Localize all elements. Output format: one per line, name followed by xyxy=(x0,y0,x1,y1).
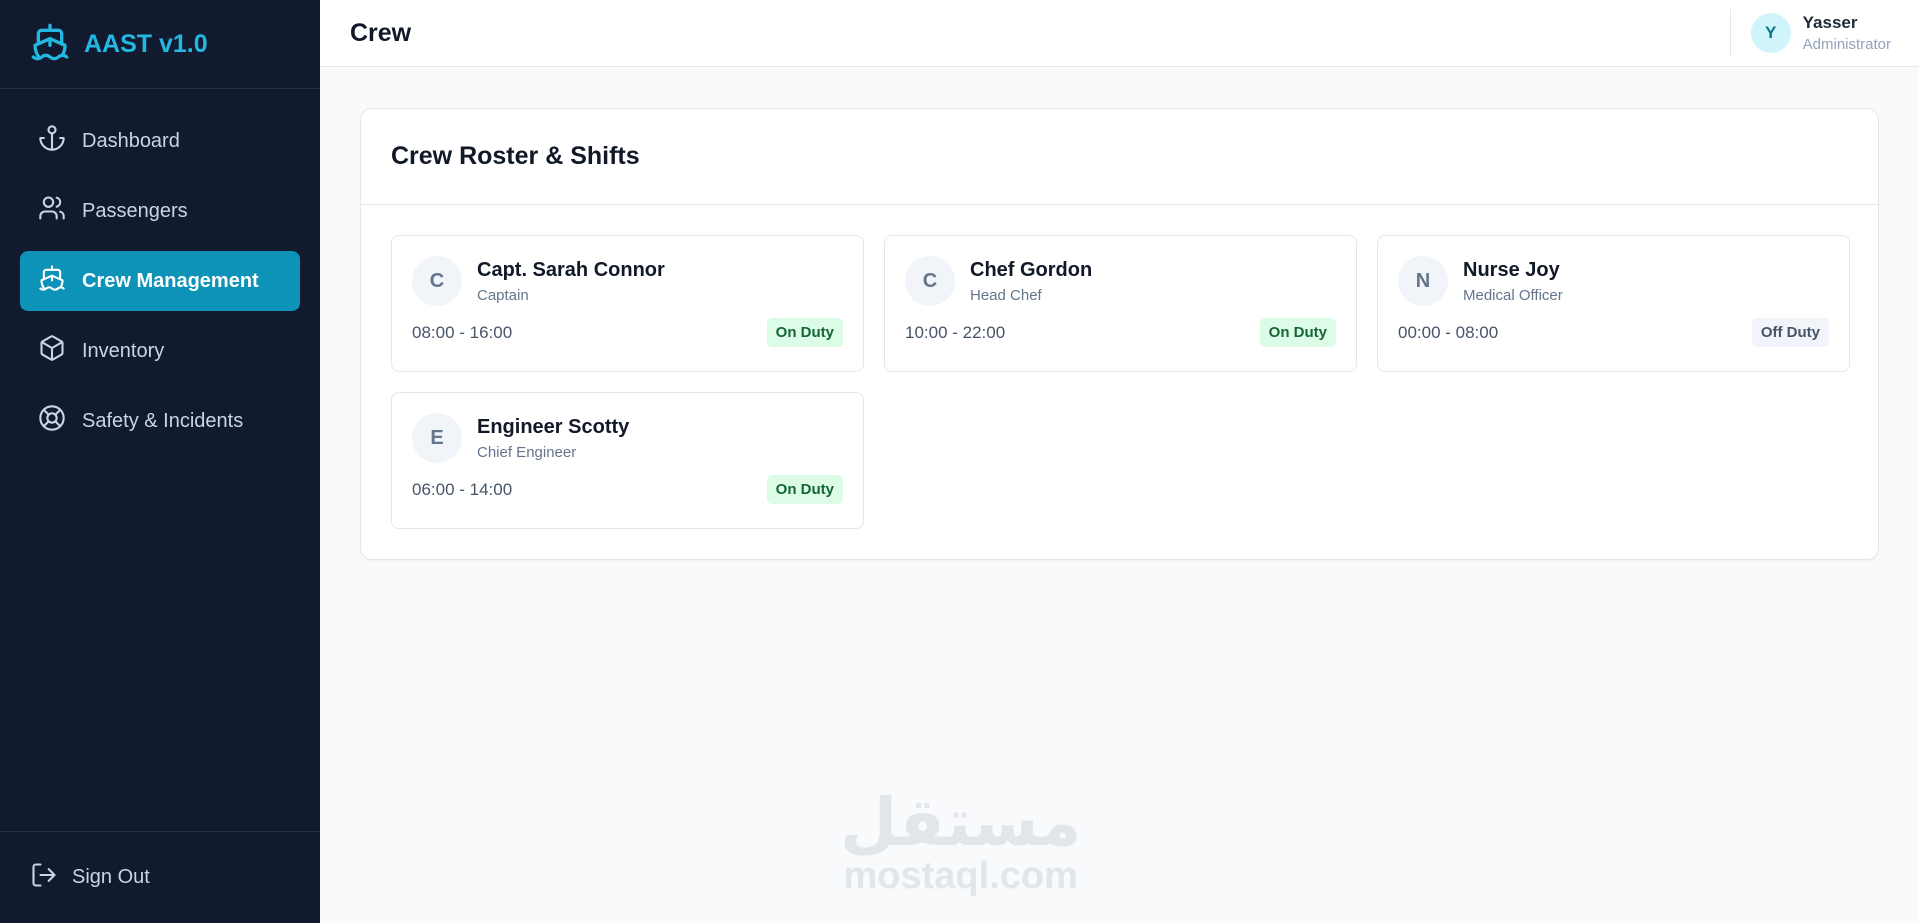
brand[interactable]: AAST v1.0 xyxy=(0,0,320,89)
crew-card[interactable]: C Chef Gordon Head Chef 10:00 - 22:00 On… xyxy=(884,235,1357,372)
brand-title: AAST v1.0 xyxy=(84,29,208,58)
sidebar-item-label: Passengers xyxy=(82,199,188,222)
crew-shift: 00:00 - 08:00 xyxy=(1398,322,1499,342)
crew-role: Medical Officer xyxy=(1463,286,1563,304)
top-bar: Crew Y Yasser Administrator xyxy=(320,0,1919,67)
crew-header: E Engineer Scotty Chief Engineer xyxy=(412,413,843,463)
main-area: Crew Y Yasser Administrator Crew Roster … xyxy=(320,0,1919,923)
crew-card[interactable]: E Engineer Scotty Chief Engineer 06:00 -… xyxy=(391,392,864,529)
crew-header: C Capt. Sarah Connor Captain xyxy=(412,256,843,306)
avatar: Y xyxy=(1750,13,1791,53)
sidebar-item-dashboard[interactable]: Dashboard xyxy=(20,111,300,171)
content: Crew Roster & Shifts C Capt. Sarah Conno… xyxy=(320,67,1919,560)
status-badge: Off Duty xyxy=(1751,318,1829,347)
app-root: AAST v1.0 Dashboard Passengers Crew Mana… xyxy=(0,0,1919,923)
crew-card[interactable]: N Nurse Joy Medical Officer 00:00 - 08:0… xyxy=(1377,235,1850,372)
sidebar-item-crew-management[interactable]: Crew Management xyxy=(20,251,300,311)
crew-identity: Engineer Scotty Chief Engineer xyxy=(477,416,629,461)
sign-out-button[interactable]: Sign Out xyxy=(0,831,320,923)
crew-name: Nurse Joy xyxy=(1463,258,1560,281)
user-info: Yasser Administrator xyxy=(1803,13,1891,53)
sign-out-label: Sign Out xyxy=(72,866,150,888)
crew-avatar: C xyxy=(905,256,955,306)
crew-shift: 06:00 - 14:00 xyxy=(412,479,513,499)
users-icon xyxy=(38,194,82,228)
crew-shift: 10:00 - 22:00 xyxy=(905,322,1006,342)
life-buoy-icon xyxy=(38,404,82,438)
page-title: Crew xyxy=(350,18,412,47)
crew-identity: Nurse Joy Medical Officer xyxy=(1463,259,1563,304)
sidebar-item-label: Dashboard xyxy=(82,129,180,152)
ship-icon xyxy=(30,22,70,67)
crew-identity: Chef Gordon Head Chef xyxy=(970,259,1092,304)
crew-header: C Chef Gordon Head Chef xyxy=(905,256,1336,306)
crew-role: Head Chef xyxy=(970,286,1042,304)
user-role: Administrator xyxy=(1802,36,1891,53)
crew-identity: Capt. Sarah Connor Captain xyxy=(477,259,665,304)
crew-avatar: N xyxy=(1398,256,1448,306)
sidebar: AAST v1.0 Dashboard Passengers Crew Mana… xyxy=(0,0,320,923)
crew-header: N Nurse Joy Medical Officer xyxy=(1398,256,1829,306)
sidebar-item-label: Crew Management xyxy=(82,269,259,292)
sidebar-item-passengers[interactable]: Passengers xyxy=(20,181,300,241)
ship-icon xyxy=(38,264,82,298)
sidebar-item-inventory[interactable]: Inventory xyxy=(20,321,300,381)
crew-footer: 10:00 - 22:00 On Duty xyxy=(905,318,1336,347)
crew-avatar: E xyxy=(412,413,462,463)
sidebar-nav: Dashboard Passengers Crew Management Inv… xyxy=(0,89,320,831)
crew-roster-card: Crew Roster & Shifts C Capt. Sarah Conno… xyxy=(360,108,1879,560)
watermark: مستقل mostaql.com xyxy=(840,784,1082,897)
box-icon xyxy=(38,334,82,368)
user-menu[interactable]: Y Yasser Administrator xyxy=(1729,9,1891,57)
crew-role: Chief Engineer xyxy=(477,443,577,461)
crew-footer: 06:00 - 14:00 On Duty xyxy=(412,475,843,504)
crew-grid: C Capt. Sarah Connor Captain 08:00 - 16:… xyxy=(361,205,1878,559)
crew-name: Engineer Scotty xyxy=(477,415,630,438)
crew-avatar: C xyxy=(412,256,462,306)
sidebar-item-label: Inventory xyxy=(82,339,165,362)
crew-name: Chef Gordon xyxy=(970,258,1093,281)
crew-name: Capt. Sarah Connor xyxy=(477,258,665,281)
crew-shift: 08:00 - 16:00 xyxy=(412,322,513,342)
crew-footer: 00:00 - 08:00 Off Duty xyxy=(1398,318,1829,347)
crew-role: Captain xyxy=(477,286,529,304)
logout-icon xyxy=(30,861,72,895)
watermark-arabic: مستقل xyxy=(840,784,1082,861)
crew-footer: 08:00 - 16:00 On Duty xyxy=(412,318,843,347)
status-badge: On Duty xyxy=(766,318,843,347)
anchor-icon xyxy=(38,124,82,158)
card-header: Crew Roster & Shifts xyxy=(361,109,1878,205)
sidebar-item-label: Safety & Incidents xyxy=(82,409,244,432)
card-title: Crew Roster & Shifts xyxy=(391,142,640,170)
watermark-latin: mostaql.com xyxy=(843,855,1078,897)
status-badge: On Duty xyxy=(1259,318,1336,347)
sidebar-item-safety-incidents[interactable]: Safety & Incidents xyxy=(20,391,300,451)
crew-card[interactable]: C Capt. Sarah Connor Captain 08:00 - 16:… xyxy=(391,235,864,372)
status-badge: On Duty xyxy=(766,475,843,504)
user-name: Yasser xyxy=(1802,13,1858,32)
